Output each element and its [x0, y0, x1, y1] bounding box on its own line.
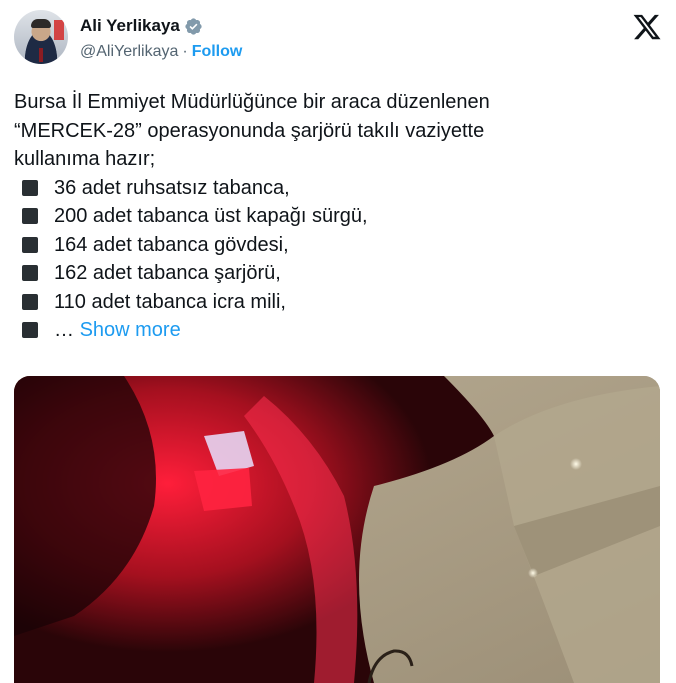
black-square-icon [22, 322, 38, 339]
tweet-card: Ali Yerlikaya @AliYerlikaya · Follow Bur… [0, 0, 676, 683]
list-item: 164 adet tabanca gövdesi, [14, 231, 654, 260]
follow-button[interactable]: Follow [192, 43, 243, 61]
tweet-text-line: “MERCEK-28” operasyonunda şarjörü takılı… [14, 119, 485, 142]
list-item-text: 200 adet tabanca üst kapağı sürgü, [54, 205, 368, 227]
list-item: 110 adet tabanca icra mili, [14, 288, 654, 317]
tweet-text: Bursa İl Emmiyet Müdürlüğünce bir araca … [14, 88, 654, 345]
truncation-ellipsis: … [54, 319, 74, 341]
avatar-hair [31, 19, 51, 28]
x-logo-icon[interactable] [632, 12, 662, 42]
verified-badge-icon [185, 17, 202, 35]
list-item-text: 164 adet tabanca gövdesi, [54, 233, 289, 256]
author-handle-row: @AliYerlikaya · Follow [80, 43, 242, 61]
video-frame [14, 376, 660, 683]
tweet-header: Ali Yerlikaya @AliYerlikaya · Follow [14, 10, 662, 72]
black-square-icon [22, 179, 38, 196]
avatar-tie [39, 48, 43, 62]
author-avatar[interactable] [14, 10, 68, 64]
tweet-media-video[interactable] [14, 376, 660, 683]
list-item: … Show more [14, 316, 654, 345]
list-item: 162 adet tabanca şarjörü, [14, 259, 654, 288]
black-square-icon [22, 265, 38, 282]
author-display-name[interactable]: Ali Yerlikaya [80, 16, 180, 36]
list-item-text: 36 adet ruhsatsız tabanca, [54, 176, 290, 199]
list-item: 200 adet tabanca üst kapağı sürgü, [14, 202, 654, 231]
handle-separator: · [182, 43, 188, 60]
tweet-text-line: Bursa İl Emmiyet Müdürlüğünce bir araca … [14, 91, 490, 113]
show-more-link[interactable]: Show more [80, 316, 181, 345]
author-handle[interactable]: @AliYerlikaya [80, 43, 178, 61]
list-item-text: 110 adet tabanca icra mili, [54, 290, 286, 313]
black-square-icon [22, 208, 38, 225]
author-name-row: Ali Yerlikaya [80, 16, 203, 36]
black-square-icon [22, 293, 38, 310]
black-square-icon [22, 236, 38, 253]
avatar-flag [54, 20, 64, 40]
tweet-text-line: kullanıma hazır; [14, 148, 156, 170]
list-item-text: 162 adet tabanca şarjörü, [54, 262, 281, 284]
list-item: 36 adet ruhsatsız tabanca, [14, 174, 654, 203]
